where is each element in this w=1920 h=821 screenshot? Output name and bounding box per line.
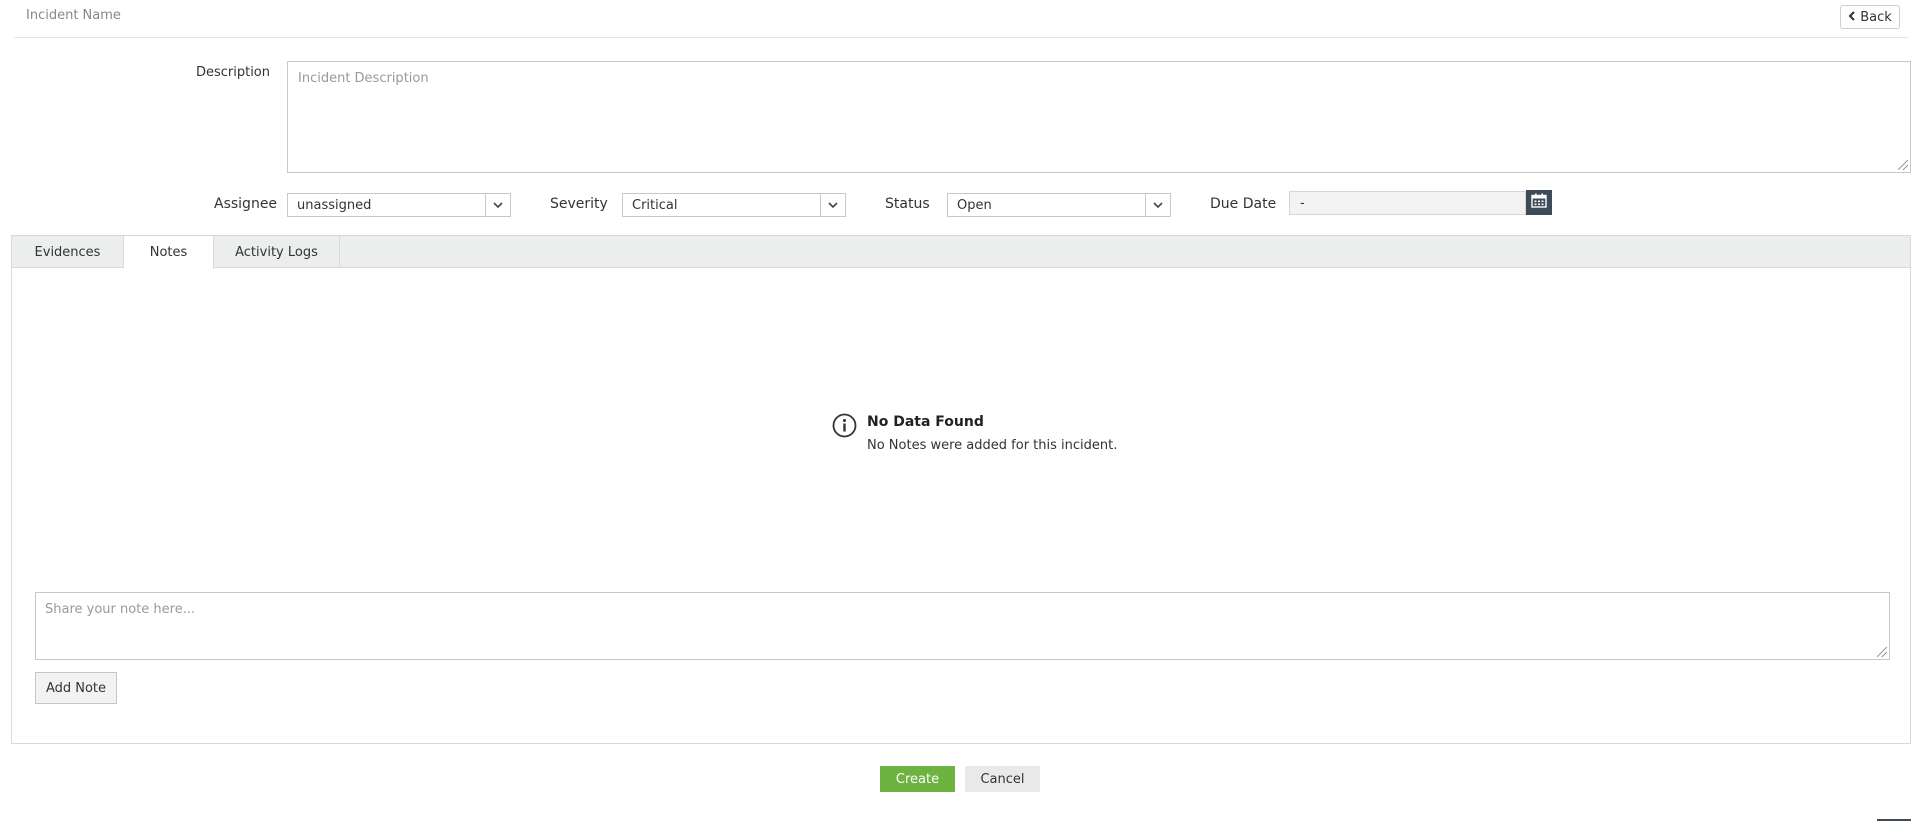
- calendar-button[interactable]: [1526, 190, 1552, 215]
- empty-state-title: No Data Found: [867, 414, 984, 430]
- due-date-label: Due Date: [1210, 196, 1277, 212]
- tabs-panel: [11, 235, 1911, 744]
- due-date-input[interactable]: -: [1289, 191, 1526, 215]
- header-divider: [14, 37, 1908, 38]
- cancel-button[interactable]: Cancel: [965, 766, 1040, 792]
- add-note-button[interactable]: Add Note: [35, 672, 117, 704]
- tab-evidences[interactable]: Evidences: [12, 236, 124, 268]
- due-date-value: -: [1300, 195, 1305, 211]
- create-button[interactable]: Create: [880, 766, 955, 792]
- chevron-down-icon[interactable]: [1145, 194, 1170, 216]
- description-placeholder: Incident Description: [298, 71, 429, 86]
- note-placeholder: Share your note here...: [45, 602, 196, 617]
- back-button[interactable]: Back: [1840, 5, 1900, 29]
- resize-handle-icon[interactable]: [1877, 647, 1887, 657]
- status-label: Status: [885, 196, 930, 212]
- assignee-label: Assignee: [214, 196, 278, 212]
- calendar-icon: [1531, 193, 1547, 212]
- severity-value: Critical: [632, 197, 678, 213]
- assignee-select[interactable]: unassigned: [287, 193, 511, 217]
- description-label: Description: [195, 65, 270, 80]
- resize-handle-icon[interactable]: [1898, 160, 1908, 170]
- description-textarea[interactable]: Incident Description: [287, 61, 1911, 173]
- status-select[interactable]: Open: [947, 193, 1171, 217]
- tab-activity-logs[interactable]: Activity Logs: [214, 236, 340, 268]
- info-icon: [832, 413, 857, 442]
- chevron-down-icon[interactable]: [485, 194, 510, 216]
- incident-name-title: Incident Name: [26, 8, 121, 23]
- tab-notes[interactable]: Notes: [124, 236, 214, 269]
- note-textarea[interactable]: Share your note here...: [35, 592, 1890, 660]
- chevron-left-icon: [1848, 10, 1856, 24]
- assignee-value: unassigned: [297, 197, 372, 213]
- back-button-label: Back: [1860, 9, 1892, 25]
- empty-state-message: No Notes were added for this incident.: [867, 438, 1118, 453]
- chevron-down-icon[interactable]: [820, 194, 845, 216]
- severity-label: Severity: [550, 196, 608, 212]
- status-value: Open: [957, 197, 992, 213]
- severity-select[interactable]: Critical: [622, 193, 846, 217]
